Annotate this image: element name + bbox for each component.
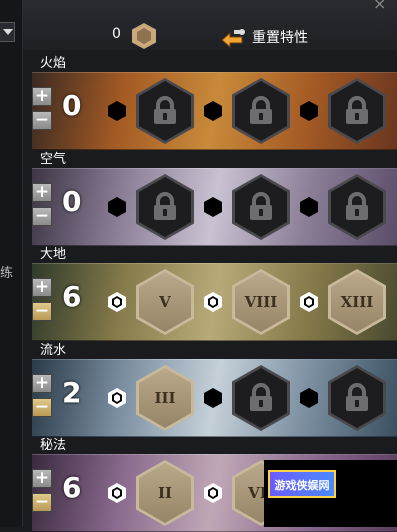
padlock-icon [154, 96, 176, 124]
locked-major-trait[interactable] [136, 78, 194, 144]
trait-line-title: 火焰 [40, 56, 67, 71]
major-trait-numeral: V [159, 293, 171, 311]
add-point-button[interactable]: + [32, 278, 52, 297]
minor-trait-hex-icon[interactable] [300, 101, 318, 121]
major-trait-numeral: XIII [340, 293, 374, 311]
trait-band: + −6 V VIII XIII [32, 263, 397, 341]
minor-trait-hex-icon[interactable] [204, 483, 222, 503]
add-point-button[interactable]: + [32, 469, 52, 488]
trait-line-title: 流水 [40, 343, 67, 358]
remove-point-button[interactable]: − [32, 207, 52, 226]
reset-arrows-icon[interactable] [218, 28, 248, 50]
minor-trait-hex-icon[interactable] [108, 483, 126, 503]
trait-line-title: 大地 [40, 247, 67, 262]
collapse-dropdown-button[interactable] [0, 22, 15, 42]
trait-rank: 0 [62, 89, 82, 122]
locked-major-trait[interactable] [232, 78, 290, 144]
minor-trait-hex-icon[interactable] [108, 101, 126, 121]
remove-point-button[interactable]: − [32, 493, 52, 512]
close-icon[interactable]: × [373, 0, 386, 13]
minor-trait-hex-icon[interactable] [108, 197, 126, 217]
locked-major-trait[interactable] [136, 174, 194, 240]
minor-trait-hex-icon[interactable] [300, 197, 318, 217]
side-panel-label: 练 [0, 266, 14, 281]
padlock-icon [250, 192, 272, 220]
trait-line-title: 空气 [40, 152, 67, 167]
padlock-icon [154, 192, 176, 220]
padlock-icon [250, 96, 272, 124]
major-trait[interactable]: XIII [328, 269, 386, 335]
available-points: 0 [112, 26, 121, 42]
trait-rank: 0 [62, 185, 82, 218]
locked-major-trait[interactable] [328, 174, 386, 240]
trait-band: + −0 [32, 168, 397, 246]
minor-trait-hex-icon[interactable] [108, 292, 126, 312]
minor-trait-hex-icon[interactable] [204, 101, 222, 121]
add-point-button[interactable]: + [32, 183, 52, 202]
minor-trait-hex-icon[interactable] [300, 388, 318, 408]
reset-traits-button[interactable]: 重置特性 [252, 27, 308, 47]
padlock-icon [346, 383, 368, 411]
top-bar [0, 0, 397, 50]
padlock-icon [346, 192, 368, 220]
trait-rank: 6 [62, 471, 82, 504]
trait-line-title: 秘法 [40, 438, 67, 453]
major-trait[interactable]: V [136, 269, 194, 335]
remove-point-button[interactable]: − [32, 302, 52, 321]
watermark-logo: 游戏侠娱网 [268, 470, 336, 498]
trait-rank: 6 [62, 280, 82, 313]
major-trait[interactable]: III [136, 365, 194, 431]
minor-trait-hex-icon[interactable] [300, 292, 318, 312]
trait-band: + −0 [32, 72, 397, 150]
minor-trait-hex-icon[interactable] [204, 388, 222, 408]
major-trait-numeral: II [157, 484, 173, 502]
add-point-button[interactable]: + [32, 374, 52, 393]
minor-trait-hex-icon[interactable] [204, 197, 222, 217]
locked-major-trait[interactable] [328, 365, 386, 431]
minor-trait-hex-icon[interactable] [204, 292, 222, 312]
add-point-button[interactable]: + [32, 87, 52, 106]
padlock-icon [346, 96, 368, 124]
trait-rank: 2 [62, 376, 82, 409]
trait-band: + −2 III [32, 359, 397, 437]
locked-major-trait[interactable] [328, 78, 386, 144]
minor-trait-hex-icon[interactable] [108, 388, 126, 408]
major-trait-numeral: III [154, 389, 176, 407]
locked-major-trait[interactable] [232, 174, 290, 240]
remove-point-button[interactable]: − [32, 111, 52, 130]
major-trait-numeral: VIII [244, 293, 278, 311]
padlock-icon [250, 383, 272, 411]
major-trait[interactable]: VIII [232, 269, 290, 335]
remove-point-button[interactable]: − [32, 398, 52, 417]
locked-major-trait[interactable] [232, 365, 290, 431]
major-trait[interactable]: II [136, 460, 194, 526]
